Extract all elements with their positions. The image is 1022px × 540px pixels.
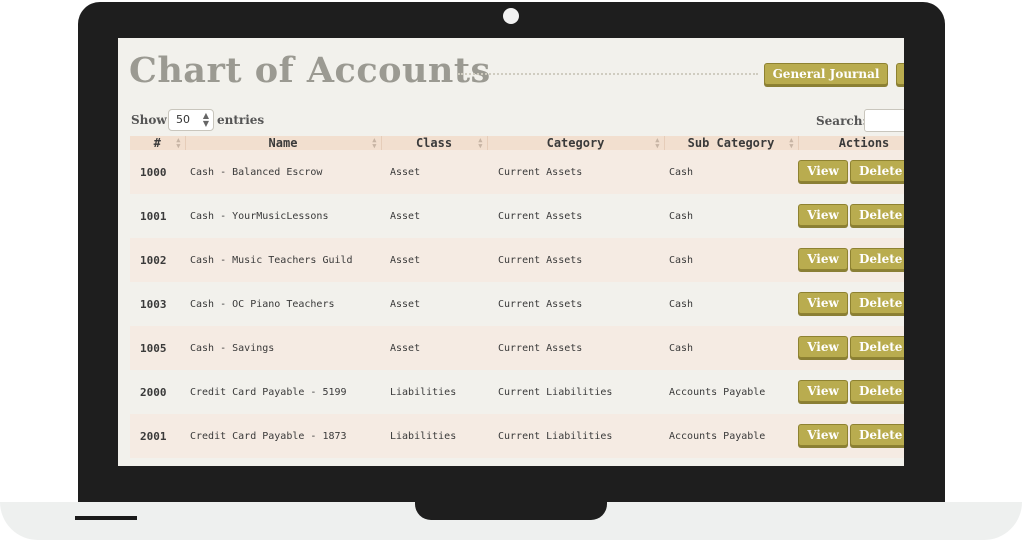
account-category-cell: Current Assets [487,238,664,282]
account-category-cell: Current Assets [487,194,664,238]
view-button[interactable]: View [798,291,848,314]
table-header-row: # ▲ ▼ Name ▲ ▼ Class ▲ ▼ Category ▲ ▼ Sub Category ▲ ▼… [130,136,904,150]
actions-cell: View Delete [798,194,904,238]
app-screen: Chart of Accounts General Journal Show 5… [118,38,904,466]
account-name-cell: Cash - Balanced Escrow [185,150,381,194]
sort-arrows-icon: ▲ ▼ [655,136,660,150]
account-number-cell: 2000 [130,370,185,414]
header-label: Name [268,136,298,150]
header-label: # [153,136,161,150]
entries-select-value: 50 [176,113,190,126]
account-class-cell: Asset [381,326,487,370]
sort-arrows-icon: ▲ ▼ [789,136,794,150]
table-row: 1002 Cash - Music Teachers Guild Asset Curr… [130,238,904,282]
view-button[interactable]: View [798,159,848,182]
header-label: Sub Category [687,136,775,150]
account-subcategory-cell: Accounts Payable [664,370,798,414]
actions-cell: View Delete [798,414,904,458]
actions-cell: View Delete [798,326,904,370]
account-name-cell: Cash - Savings [185,326,381,370]
account-class-cell: Asset [381,150,487,194]
delete-button[interactable]: Delete [850,423,904,446]
table-row: 1005 Cash - Savings Asset Current Assets Cas… [130,326,904,370]
account-name-cell: Credit Card Payable - 5199 [185,370,381,414]
table-row: 1001 Cash - YourMusicLessons Asset Current … [130,194,904,238]
account-subcategory-cell: Cash [664,326,798,370]
account-name-cell: Credit Card Payable - 1873 [185,414,381,458]
col-category-header[interactable]: Category ▲ ▼ [487,136,665,150]
entries-label: entries [217,113,265,127]
view-button[interactable]: View [798,203,848,226]
account-class-cell: Liabilities [381,414,487,458]
col-class-header[interactable]: Class ▲ ▼ [381,136,488,150]
title-divider [458,73,758,75]
account-category-cell: Current Assets [487,326,664,370]
account-number-cell: 1000 [130,150,185,194]
page-title: Chart of Accounts [129,50,491,91]
select-arrows-icon: ▲ ▼ [202,111,209,128]
header-label: Actions [838,136,890,150]
account-category-cell: Current Assets [487,150,664,194]
sort-arrows-icon: ▲ ▼ [176,136,181,150]
col-name-header[interactable]: Name ▲ ▼ [185,136,382,150]
account-number-cell: 1001 [130,194,185,238]
account-category-cell: Current Assets [487,282,664,326]
sort-arrows-icon: ▲ ▼ [372,136,377,150]
view-button[interactable]: View [798,423,848,446]
table-body: 1000 Cash - Balanced Escrow Asset Current A… [130,150,904,458]
view-button[interactable]: View [798,379,848,402]
show-label: Show [131,113,167,127]
laptop-notch [415,502,607,520]
view-button[interactable]: View [798,335,848,358]
account-name-cell: Cash - Music Teachers Guild [185,238,381,282]
col-number-header[interactable]: # ▲ ▼ [130,136,186,150]
delete-button[interactable]: Delete [850,291,904,314]
search-label: Search: [816,114,867,128]
account-subcategory-cell: Cash [664,282,798,326]
account-class-cell: Asset [381,194,487,238]
delete-button[interactable]: Delete [850,379,904,402]
col-subcategory-header[interactable]: Sub Category ▲ ▼ [664,136,799,150]
account-class-cell: Liabilities [381,370,487,414]
sort-arrows-icon: ▲ ▼ [478,136,483,150]
delete-button[interactable]: Delete [850,203,904,226]
account-subcategory-cell: Accounts Payable [664,414,798,458]
actions-cell: View Delete [798,370,904,414]
table-row: 1000 Cash - Balanced Escrow Asset Current A… [130,150,904,194]
table-row: 2000 Credit Card Payable - 5199 Liabilitie… [130,370,904,414]
view-button[interactable]: View [798,247,848,270]
account-subcategory-cell: Cash [664,194,798,238]
account-class-cell: Asset [381,282,487,326]
col-actions-header: Actions [798,136,904,150]
account-number-cell: 1003 [130,282,185,326]
account-name-cell: Cash - OC Piano Teachers [185,282,381,326]
account-category-cell: Current Liabilities [487,414,664,458]
secondary-header-button[interactable] [896,63,904,85]
account-subcategory-cell: Cash [664,150,798,194]
account-category-cell: Current Liabilities [487,370,664,414]
webcam-icon [503,8,519,24]
table-row: 2001 Credit Card Payable - 1873 Liabilitie… [130,414,904,458]
account-number-cell: 1005 [130,326,185,370]
actions-cell: View Delete [798,282,904,326]
laptop-base-mark [75,516,137,520]
search-input[interactable] [864,109,904,132]
table-row: 1003 Cash - OC Piano Teachers Asset Current… [130,282,904,326]
actions-cell: View Delete [798,150,904,194]
general-journal-button[interactable]: General Journal [764,63,888,85]
account-name-cell: Cash - YourMusicLessons [185,194,381,238]
accounts-table: # ▲ ▼ Name ▲ ▼ Class ▲ ▼ Category ▲ ▼ Sub Category ▲ ▼… [130,136,904,458]
header-label: Class [415,136,453,150]
account-class-cell: Asset [381,238,487,282]
actions-cell: View Delete [798,238,904,282]
delete-button[interactable]: Delete [850,159,904,182]
header-label: Category [546,136,605,150]
account-number-cell: 1002 [130,238,185,282]
account-subcategory-cell: Cash [664,238,798,282]
delete-button[interactable]: Delete [850,335,904,358]
delete-button[interactable]: Delete [850,247,904,270]
entries-select[interactable]: 50 ▲ ▼ [168,109,214,131]
account-number-cell: 2001 [130,414,185,458]
